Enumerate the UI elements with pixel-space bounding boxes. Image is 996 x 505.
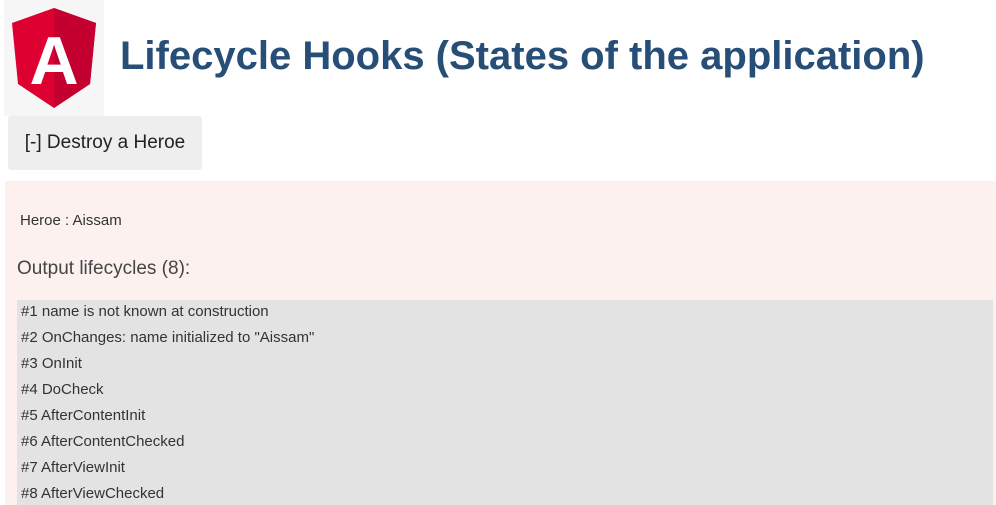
log-entry: #6 AfterContentChecked — [21, 433, 185, 450]
output-lifecycles-title: Output lifecycles (8): — [17, 258, 191, 279]
log-entry: #3 OnInit — [21, 355, 82, 372]
logo-letter: A — [29, 23, 78, 99]
lifecycle-log: #1 name is not known at construction #2 … — [17, 300, 993, 505]
log-entry: #4 DoCheck — [21, 381, 104, 398]
destroy-heroe-button[interactable]: [-] Destroy a Heroe — [8, 116, 202, 170]
log-entry: #1 name is not known at construction — [21, 303, 269, 320]
log-entry: #8 AfterViewChecked — [21, 485, 165, 502]
header: A Lifecycle Hooks (States of the applica… — [4, 0, 994, 116]
log-entry: #7 AfterViewInit — [21, 459, 125, 476]
log-entry: #2 OnChanges: name initialized to "Aissa… — [21, 329, 315, 346]
log-entry: #5 AfterContentInit — [21, 407, 146, 424]
page-title: Lifecycle Hooks (States of the applicati… — [120, 34, 925, 78]
angular-logo-icon: A — [12, 8, 96, 108]
logo-container: A — [4, 0, 104, 116]
hero-panel: Heroe : Aissam Output lifecycles (8): #1… — [5, 181, 996, 505]
hero-name-text: Heroe : Aissam — [20, 212, 122, 229]
